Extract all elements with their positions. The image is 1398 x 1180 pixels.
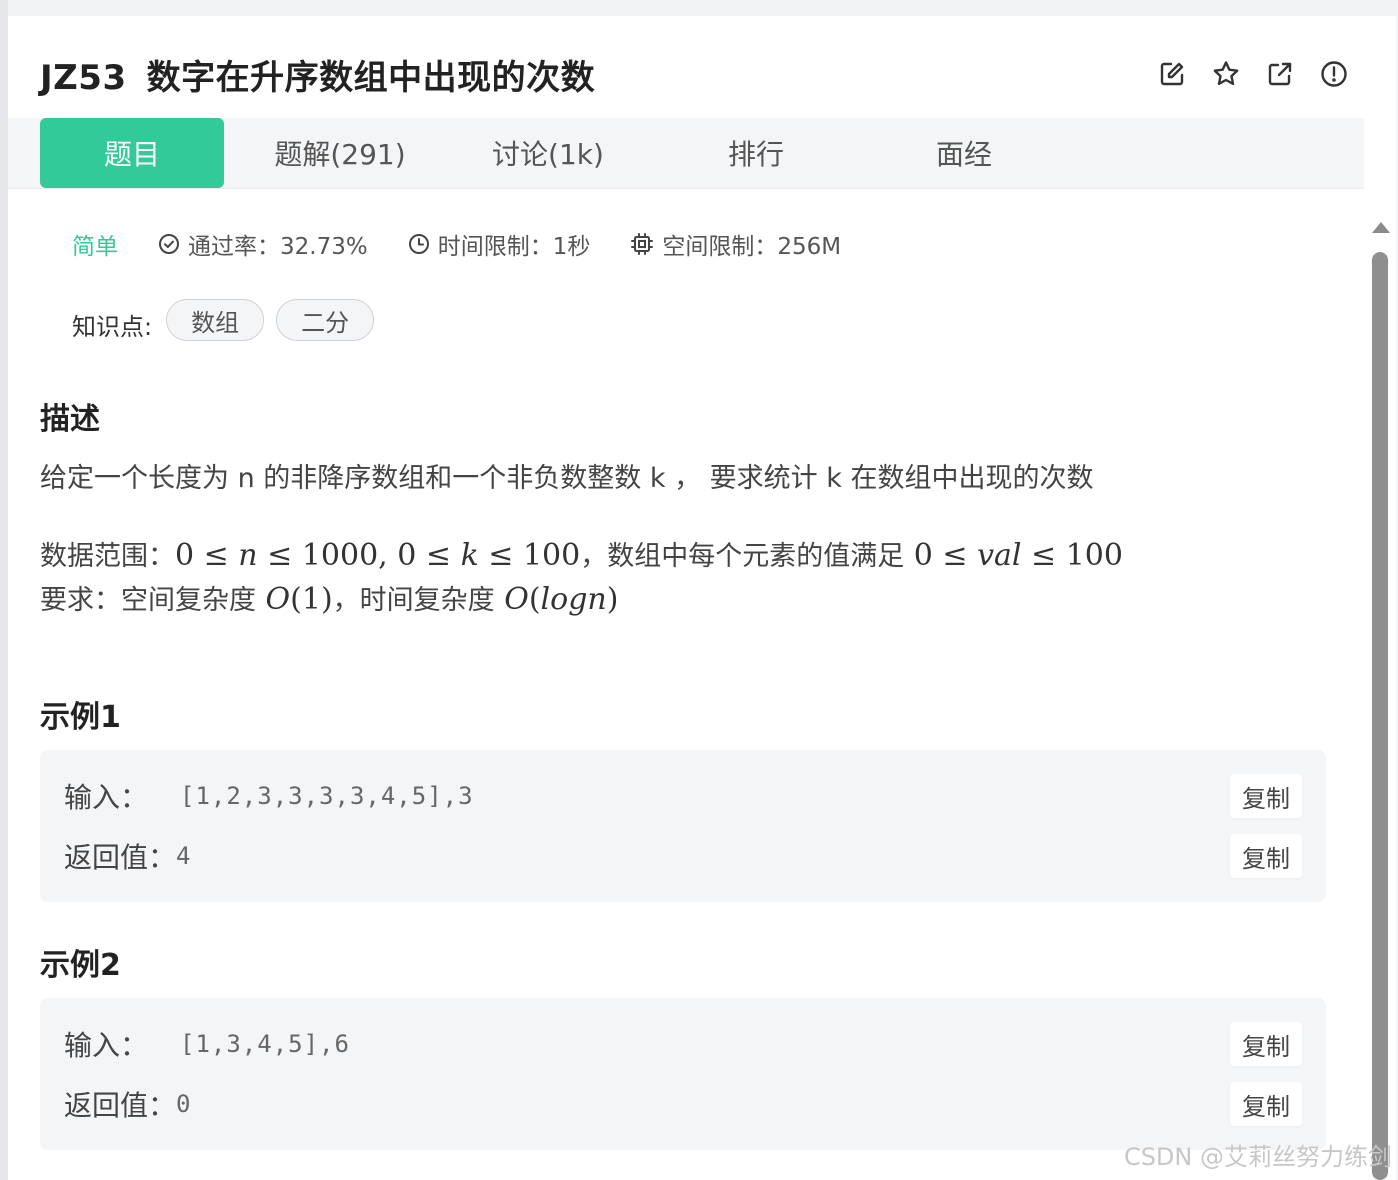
input-label: 输入： xyxy=(64,781,149,814)
tab-bar: 题目 题解(291) 讨论(1k) 排行 面经 xyxy=(8,118,1388,189)
value-formula: 0 ≤ val ≤ 100 xyxy=(904,538,1123,573)
output-label: 返回值： xyxy=(64,841,177,874)
copy-input-button[interactable]: 复制 xyxy=(1230,774,1302,818)
edit-icon[interactable] xyxy=(1158,60,1186,88)
tab-solutions[interactable]: 题解(291) xyxy=(248,118,432,188)
tag-binary-search[interactable]: 二分 xyxy=(276,299,375,341)
requirement-label: 要求：空间复杂度 xyxy=(40,585,256,616)
memory-limit-text: 空间限制：256M xyxy=(662,234,842,260)
pass-rate: 通过率：32.73% xyxy=(158,227,368,261)
tab-problem[interactable]: 题目 xyxy=(40,118,224,188)
problem-meta: 简单 通过率：32.73% 时间限制：1秒 空间限制：256M xyxy=(72,228,881,260)
data-range-label: 数据范围： xyxy=(40,541,175,572)
copy-output-button[interactable]: 复制 xyxy=(1230,834,1302,878)
description-text: 给定一个长度为 n 的非降序数组和一个非负数整数 k ， 要求统计 k 在数组中… xyxy=(40,463,1094,494)
memory-limit: 空间限制：256M xyxy=(630,227,841,261)
vertical-scrollbar[interactable] xyxy=(1364,16,1396,1180)
pass-rate-text: 通过率：32.73% xyxy=(188,234,368,260)
title-row: JZ53 数字在升序数组中出现的次数 xyxy=(8,16,1388,118)
example1-input-row: 输入： [1,2,3,3,3,3,4,5],3 xyxy=(64,774,474,818)
example2-heading: 示例2 xyxy=(40,948,121,983)
data-range: 数据范围：0 ≤ n ≤ 1000, 0 ≤ k ≤ 100，数组中每个元素的值… xyxy=(40,534,1123,573)
difficulty-badge: 简单 xyxy=(72,234,118,260)
check-circle-icon xyxy=(159,234,179,254)
problem-code: JZ53 xyxy=(40,58,127,98)
example1-heading: 示例1 xyxy=(40,700,121,735)
knowledge-points: 知识点: 数组 二分 xyxy=(72,298,386,342)
copy-output-button[interactable]: 复制 xyxy=(1230,1082,1302,1126)
problem-title: JZ53 数字在升序数组中出现的次数 xyxy=(40,50,595,99)
example2-input-row: 输入： [1,3,4,5],6 xyxy=(64,1022,350,1066)
tab-discussion[interactable]: 讨论(1k) xyxy=(456,118,640,188)
tab-interview[interactable]: 面经 xyxy=(872,118,1056,188)
problem-card: JZ53 数字在升序数组中出现的次数 题目 题解(291) 讨论(1k) 排行 … xyxy=(8,16,1396,1180)
scroll-thumb[interactable] xyxy=(1372,252,1388,1180)
time-limit-text: 时间限制：1秒 xyxy=(437,234,591,260)
description-heading: 描述 xyxy=(40,402,100,437)
space-complexity: O(1) xyxy=(265,582,333,617)
clock-icon xyxy=(408,234,429,254)
scroll-up-arrow-icon[interactable] xyxy=(1372,222,1390,233)
data-range-sep: ，数组中每个元素的值满足 xyxy=(580,541,905,572)
example1-output-value: 4 xyxy=(176,842,192,870)
output-label: 返回值： xyxy=(64,1089,177,1122)
time-complexity: O(logn) xyxy=(504,582,619,617)
copy-input-button[interactable]: 复制 xyxy=(1230,1022,1302,1066)
example2-box: 输入： [1,3,4,5],6 复制 返回值： 0 复制 xyxy=(40,998,1326,1150)
info-icon[interactable] xyxy=(1320,60,1348,88)
example2-input-value: [1,3,4,5],6 xyxy=(180,1030,350,1058)
time-limit: 时间限制：1秒 xyxy=(408,227,591,261)
tab-ranking[interactable]: 排行 xyxy=(664,118,848,188)
external-link-icon[interactable] xyxy=(1266,60,1294,88)
problem-name: 数字在升序数组中出现的次数 xyxy=(146,58,596,98)
cpu-chip-icon xyxy=(631,233,654,255)
example1-input-value: [1,2,3,3,3,3,4,5],3 xyxy=(180,782,474,810)
knowledge-label: 知识点: xyxy=(72,312,153,341)
left-gutter xyxy=(0,0,8,1180)
example2-output-value: 0 xyxy=(176,1090,192,1118)
example1-box: 输入： [1,2,3,3,3,3,4,5],3 复制 返回值： 4 复制 xyxy=(40,750,1326,902)
star-icon[interactable] xyxy=(1212,60,1240,88)
watermark: CSDN @艾莉丝努力练剑 xyxy=(1123,1143,1392,1171)
range-formula: 0 ≤ n ≤ 1000, 0 ≤ k ≤ 100 xyxy=(175,538,581,573)
input-label: 输入： xyxy=(64,1029,149,1062)
requirement-sep: ，时间复杂度 xyxy=(332,585,495,616)
title-actions xyxy=(1158,60,1348,88)
example2-output-row: 返回值： 0 xyxy=(64,1082,191,1126)
complexity-requirement: 要求：空间复杂度 O(1)，时间复杂度 O(logn) xyxy=(40,578,618,617)
example1-output-row: 返回值： 4 xyxy=(64,834,191,878)
tag-array[interactable]: 数组 xyxy=(166,299,265,341)
